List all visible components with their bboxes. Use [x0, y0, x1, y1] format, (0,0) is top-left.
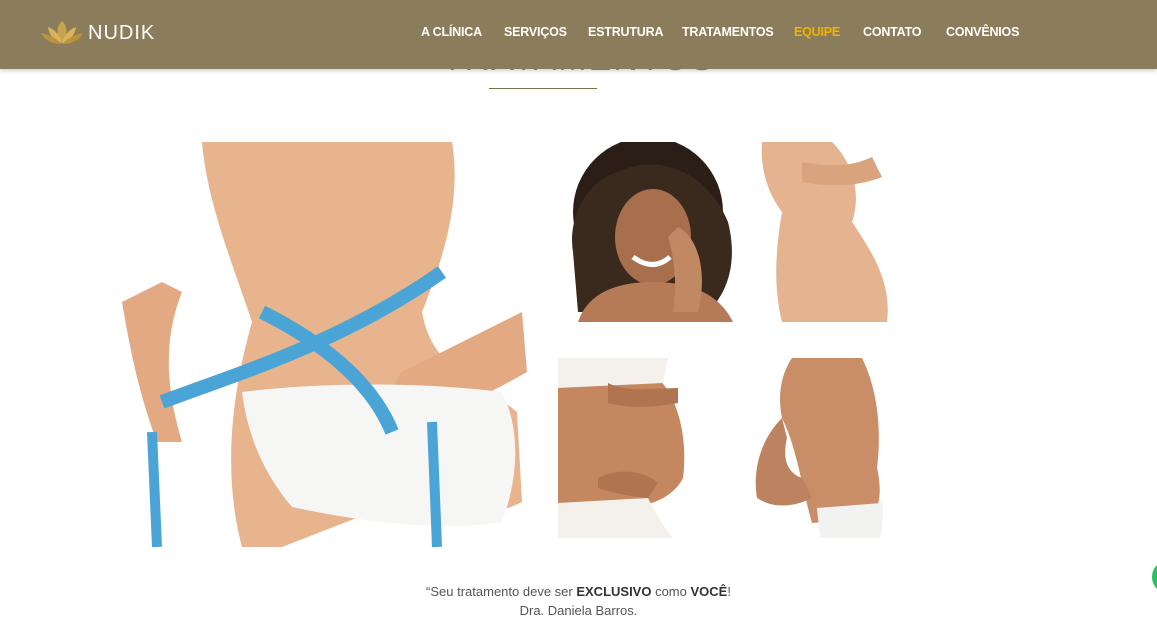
- quote-emphasis-voce: VOCÊ: [690, 584, 728, 599]
- header-bar: NUDIK A CLÍNICA SERVIÇOS ESTRUTURA TRATA…: [0, 0, 1157, 69]
- photo-smiling-woman: [558, 142, 738, 322]
- nav-item-convenios[interactable]: CONVÊNIOS: [946, 25, 1019, 39]
- nav-item-contato[interactable]: CONTATO: [863, 25, 922, 39]
- quote-author: Dra. Daniela Barros.: [519, 603, 638, 618]
- main-nav: A CLÍNICA SERVIÇOS ESTRUTURA TRATAMENTOS…: [0, 0, 1157, 69]
- quote-open: “Seu tratamento deve ser: [426, 584, 577, 599]
- quote-block: “Seu tratamento deve ser EXCLUSIVO como …: [0, 582, 1157, 620]
- quote-emphasis-exclusivo: EXCLUSIVO: [576, 584, 652, 599]
- nav-item-servicos[interactable]: SERVIÇOS: [504, 25, 567, 39]
- photo-waist-measuring-tape: [122, 142, 527, 547]
- quote-text: “Seu tratamento deve ser EXCLUSIVO como …: [0, 582, 1157, 601]
- nav-item-a-clinica[interactable]: A CLÍNICA: [421, 25, 482, 39]
- photo-pregnant-belly: [558, 358, 688, 538]
- nav-item-tratamentos[interactable]: TRATAMENTOS: [682, 25, 774, 39]
- title-divider: [489, 88, 597, 89]
- quote-middle: como: [651, 584, 691, 599]
- quote-close: !: [727, 584, 731, 599]
- nav-item-estrutura[interactable]: ESTRUTURA: [588, 25, 663, 39]
- photo-woman-body-profile: [742, 142, 892, 322]
- nav-item-equipe[interactable]: EQUIPE: [794, 25, 840, 39]
- photo-man-torso: [742, 358, 892, 538]
